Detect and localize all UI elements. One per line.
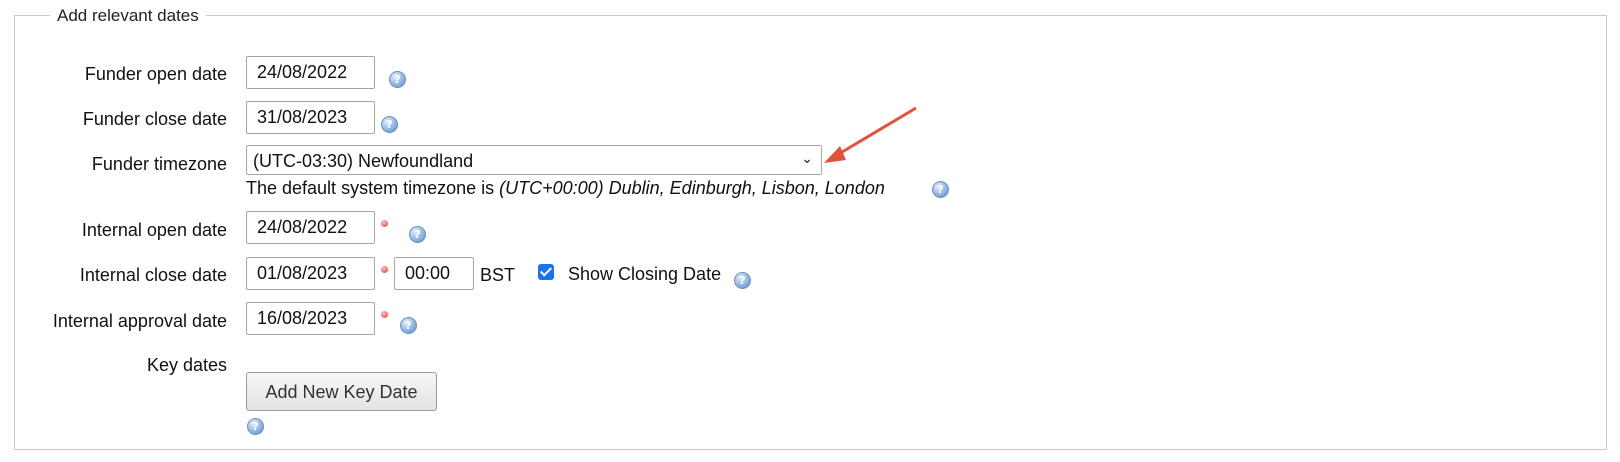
show-closing-date-checkbox[interactable] [538, 264, 554, 280]
internal-open-date-label: Internal open date [81, 220, 227, 240]
timezone-suffix: BST [480, 265, 516, 285]
default-timezone-note-prefix: The default system timezone is [246, 178, 500, 198]
funder-close-date-input[interactable] [246, 101, 375, 134]
funder-timezone-select[interactable]: (UTC-03:30) Newfoundland ⌄ [246, 145, 822, 175]
required-marker [381, 220, 388, 227]
funder-timezone-selected: (UTC-03:30) Newfoundland [253, 151, 474, 171]
help-icon[interactable]: ? [247, 418, 264, 435]
funder-open-date-input[interactable] [246, 56, 375, 89]
help-icon[interactable]: ? [932, 181, 949, 198]
default-timezone-value: (UTC+00:00) Dublin, Edinburgh, Lisbon, L… [499, 178, 885, 198]
internal-close-date-label: Internal close date [79, 265, 227, 285]
show-closing-date-label: Show Closing Date [568, 264, 722, 284]
help-icon[interactable]: ? [409, 226, 426, 243]
red-arrow [824, 106, 917, 163]
fieldset-legend: Add relevant dates [50, 5, 206, 27]
help-icon[interactable]: ? [389, 71, 406, 88]
internal-close-time-input[interactable] [394, 257, 474, 290]
internal-approval-date-label: Internal approval date [52, 311, 227, 331]
help-icon[interactable]: ? [734, 272, 751, 289]
internal-close-date-input[interactable] [246, 257, 375, 290]
required-marker [381, 266, 388, 273]
add-new-key-date-button[interactable]: Add New Key Date [246, 372, 437, 411]
internal-approval-date-input[interactable] [246, 302, 375, 335]
funder-timezone-label: Funder timezone [91, 154, 227, 174]
required-marker [381, 311, 388, 318]
funder-open-date-label: Funder open date [84, 64, 227, 84]
help-icon[interactable]: ? [381, 116, 398, 133]
internal-open-date-input[interactable] [246, 211, 375, 244]
chevron-down-icon: ⌄ [801, 150, 813, 166]
funder-close-date-label: Funder close date [82, 109, 227, 129]
help-icon[interactable]: ? [400, 317, 417, 334]
key-dates-label: Key dates [146, 355, 227, 375]
default-timezone-note: The default system timezone is (UTC+00:0… [246, 177, 885, 199]
